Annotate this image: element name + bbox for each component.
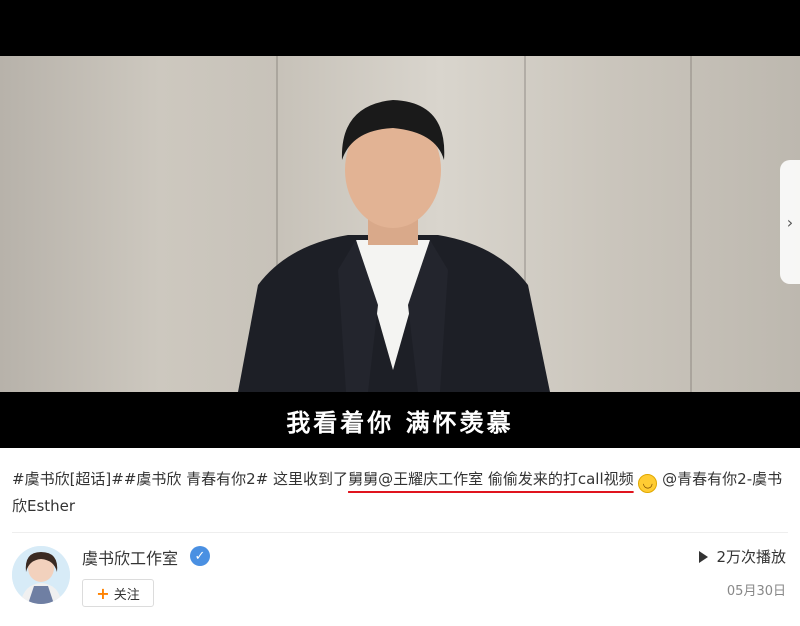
post-text-hashtags[interactable]: #虞书欣[超话]##虞书欣 青春有你2# 这里收到了 (12, 470, 348, 488)
follow-label: 关注 (113, 587, 140, 603)
grin-emoji-icon: ◡ (638, 474, 658, 493)
play-count: 2万次播放 (699, 546, 786, 567)
plus-icon: + (96, 583, 110, 603)
divider (12, 532, 788, 533)
post-date: 05月30日 (726, 584, 786, 599)
author-name[interactable]: 虞书欣工作室 (82, 545, 178, 569)
chevron-right-icon[interactable]: › (780, 160, 800, 284)
verified-badge-icon: ✓ (190, 546, 210, 566)
video-subtitle: 我看着你 满怀羡慕 (286, 408, 514, 437)
post-text-highlight[interactable]: 舅舅@王耀庆工作室 偷偷发来的打call视频 (348, 470, 634, 488)
play-count-text: 2万次播放 (716, 548, 786, 566)
play-icon (699, 550, 709, 563)
video-player[interactable]: 我看着你 满怀羡慕 › (0, 0, 800, 448)
speaker-figure (238, 100, 550, 392)
post-text: #虞书欣[超话]##虞书欣 青春有你2# 这里收到了舅舅@王耀庆工作室 偷偷发来… (12, 466, 788, 519)
avatar[interactable] (12, 546, 70, 604)
follow-button[interactable]: + 关注 (82, 579, 154, 607)
wall-panel-seam (690, 56, 692, 392)
